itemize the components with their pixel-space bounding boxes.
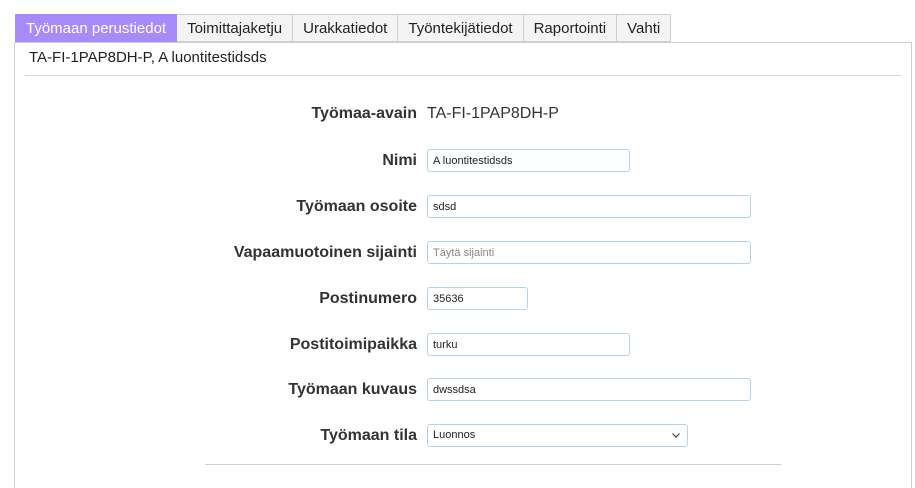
description-label: Työmaan kuvaus — [288, 381, 417, 398]
status-selected-value: Luonnos — [433, 429, 476, 441]
form-row-address: Työmaan osoite — [15, 194, 911, 220]
tab-supplier-chain[interactable]: Toimittajaketju — [177, 14, 294, 42]
form-bottom-divider — [205, 464, 781, 465]
form-row-location: Vapaamuotoinen sijainti — [15, 240, 911, 266]
address-input[interactable] — [427, 195, 751, 218]
postal-code-input[interactable] — [427, 287, 528, 310]
tab-contract-info[interactable]: Urakkatiedot — [293, 14, 399, 42]
site-key-value: TA-FI-1PAP8DH-P — [427, 105, 559, 122]
site-basic-info-page: Työmaan perustiedot Toimittajaketju Urak… — [0, 0, 915, 488]
form-row-postal-code: Postinumero — [15, 286, 911, 312]
postal-code-label: Postinumero — [319, 290, 417, 307]
tab-site-basic-info[interactable]: Työmaan perustiedot — [15, 14, 178, 42]
city-label: Postitoimipaikka — [289, 336, 417, 353]
panel-divider — [25, 75, 901, 76]
tab-employee-info[interactable]: Työntekijätiedot — [398, 14, 524, 42]
status-select[interactable]: Luonnos — [427, 424, 688, 447]
location-label: Vapaamuotoinen sijainti — [233, 244, 417, 261]
location-input[interactable] — [427, 241, 751, 264]
panel-title: TA-FI-1PAP8DH-P, A luontitestidsds — [29, 49, 267, 66]
tab-vahti[interactable]: Vahti — [617, 14, 672, 42]
site-key-label: Työmaa-avain — [311, 105, 417, 122]
description-input[interactable] — [427, 378, 751, 401]
form-row-key: Työmaa-avain TA-FI-1PAP8DH-P — [15, 101, 911, 127]
tab-panel: TA-FI-1PAP8DH-P, A luontitestidsds Työma… — [14, 42, 912, 488]
name-label: Nimi — [382, 152, 417, 169]
form-row-city: Postitoimipaikka — [15, 332, 911, 358]
tab-reporting[interactable]: Raportointi — [523, 14, 618, 42]
form-row-name: Nimi — [15, 148, 911, 174]
form-row-status: Työmaan tila Luonnos — [15, 423, 911, 449]
name-input[interactable] — [427, 149, 630, 172]
tab-bar: Työmaan perustiedot Toimittajaketju Urak… — [15, 14, 672, 42]
chevron-down-icon — [672, 433, 680, 438]
form-row-description: Työmaan kuvaus — [15, 377, 911, 403]
address-label: Työmaan osoite — [296, 198, 417, 215]
city-input[interactable] — [427, 333, 630, 356]
status-label: Työmaan tila — [320, 427, 417, 444]
